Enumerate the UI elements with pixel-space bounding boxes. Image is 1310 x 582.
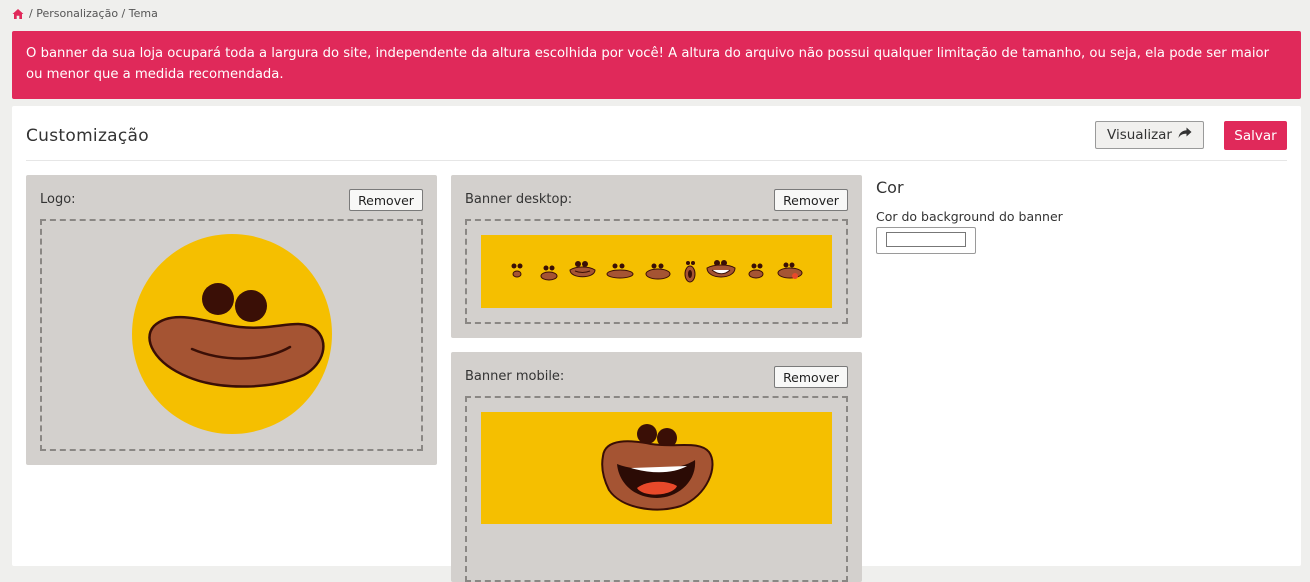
page-title: Customização: [26, 126, 149, 146]
banner-mobile-panel: Banner mobile: Remover: [451, 352, 862, 582]
customization-card: Customização Visualizar Salvar Logo: Rem…: [12, 106, 1301, 582]
banner-mobile-dropzone[interactable]: [465, 396, 848, 582]
visualizar-label: Visualizar: [1107, 127, 1172, 143]
logo-panel: Logo: Remover: [26, 175, 437, 465]
banner-desktop-image: [481, 235, 832, 308]
header-divider: [26, 160, 1287, 161]
remove-logo-button[interactable]: Remover: [349, 189, 423, 211]
home-icon[interactable]: [12, 8, 24, 20]
alert-text: O banner da sua loja ocupará toda a larg…: [26, 46, 1269, 82]
logo-dropzone[interactable]: [40, 219, 423, 451]
info-alert: O banner da sua loja ocupará toda a larg…: [12, 31, 1301, 99]
logo-label: Logo:: [40, 192, 76, 207]
cor-section-title: Cor: [876, 178, 904, 197]
share-arrow-icon: [1178, 127, 1192, 143]
breadcrumb-path: / Personalização / Tema: [29, 7, 158, 20]
visualizar-button[interactable]: Visualizar: [1095, 121, 1204, 149]
salvar-button[interactable]: Salvar: [1224, 121, 1287, 150]
banner-desktop-panel: Banner desktop: Remover: [451, 175, 862, 338]
banner-desktop-label: Banner desktop:: [465, 192, 573, 207]
logo-image: [132, 234, 332, 434]
banner-background-color-input[interactable]: [876, 227, 976, 254]
color-swatch: [886, 232, 966, 247]
banner-desktop-dropzone[interactable]: [465, 219, 848, 324]
cor-field-label: Cor do background do banner: [876, 209, 1063, 224]
remove-banner-desktop-button[interactable]: Remover: [774, 189, 848, 211]
banner-mobile-label: Banner mobile:: [465, 369, 565, 384]
banner-mobile-image: [481, 412, 832, 524]
remove-banner-mobile-button[interactable]: Remover: [774, 366, 848, 388]
breadcrumb: / Personalização / Tema: [12, 7, 158, 20]
